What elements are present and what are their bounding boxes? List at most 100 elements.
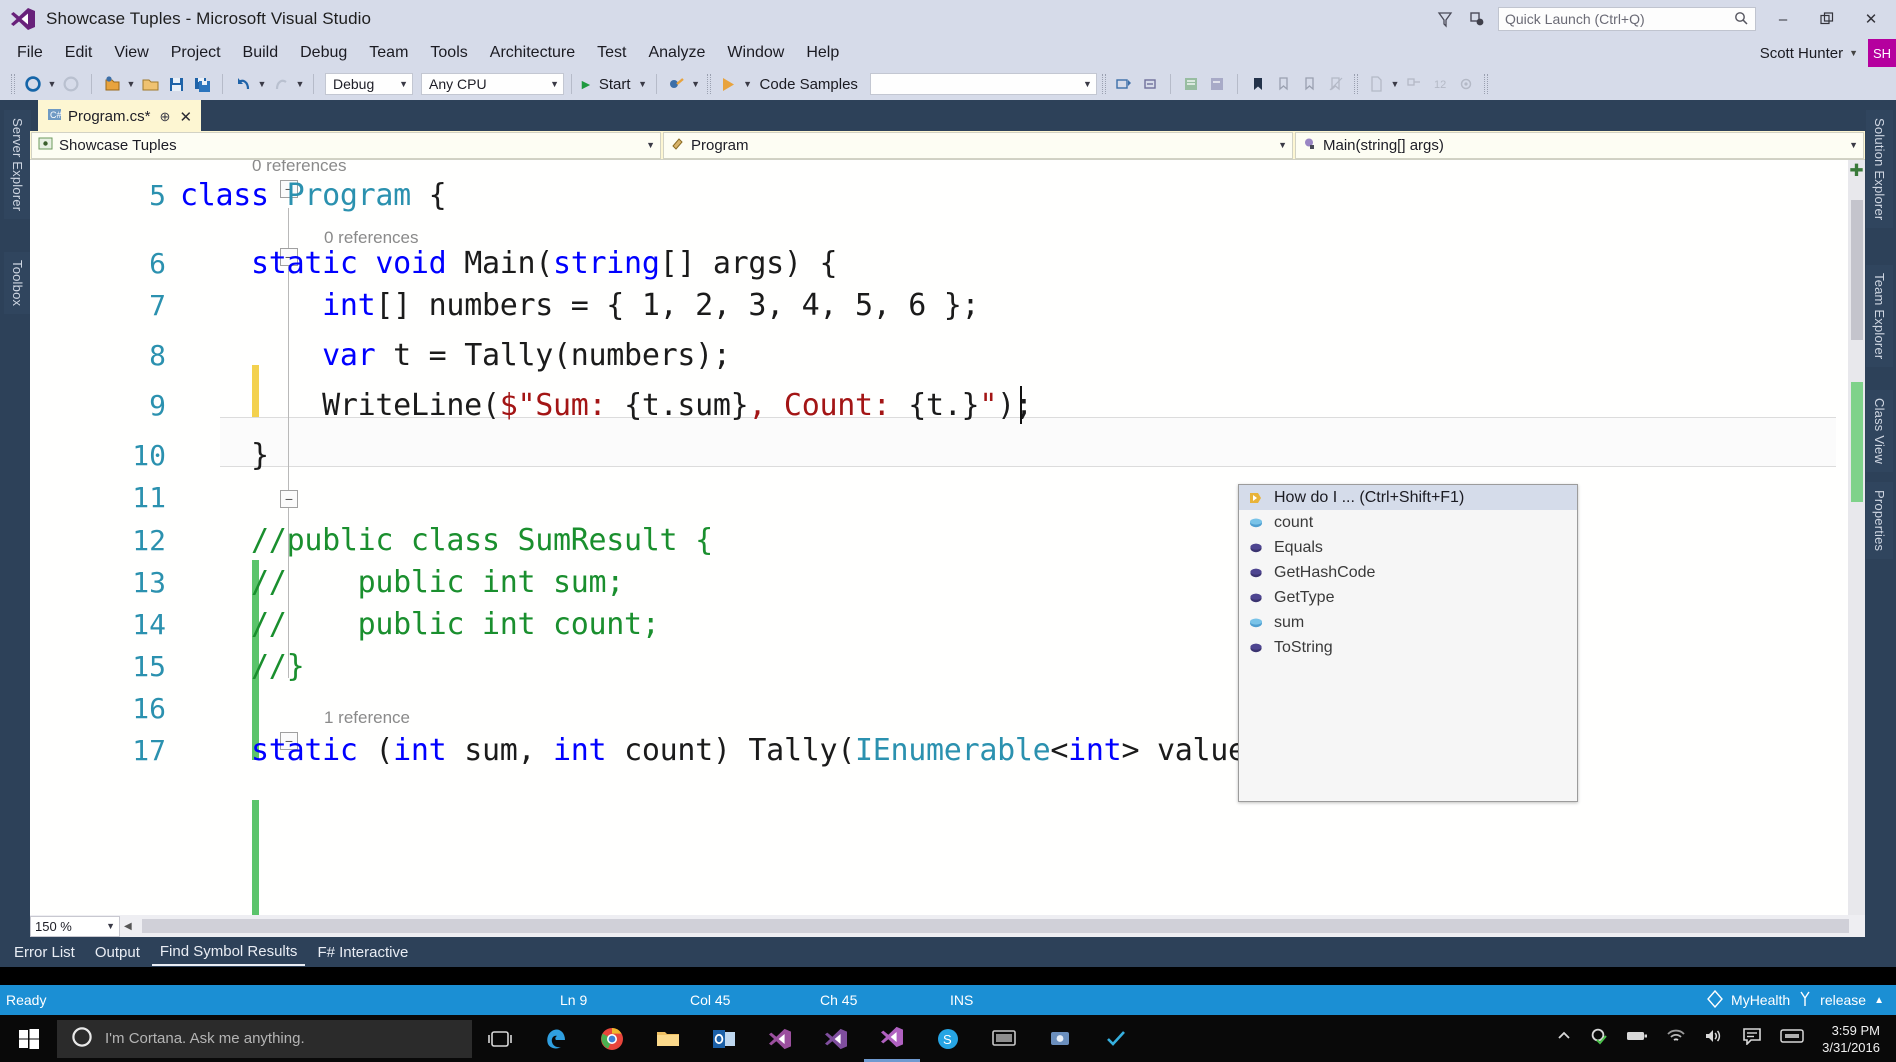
- volume-icon[interactable]: [1704, 1028, 1724, 1049]
- uncomment-selection-icon[interactable]: [1137, 71, 1163, 97]
- collapse-definitions-icon[interactable]: 12: [1427, 71, 1453, 97]
- chevron-down-icon[interactable]: ▼: [1077, 79, 1092, 89]
- solution-configuration-combo[interactable]: Debug ▼: [325, 73, 413, 95]
- intellisense-completion-list[interactable]: How do I ... (Ctrl+Shift+F1) count Equal…: [1238, 484, 1578, 802]
- chevron-down-icon[interactable]: ▼: [646, 140, 655, 150]
- chevron-down-icon[interactable]: ▼: [1849, 48, 1858, 58]
- remote-desktop-icon[interactable]: [976, 1015, 1032, 1062]
- file-explorer-icon[interactable]: [640, 1015, 696, 1062]
- restore-button[interactable]: [1810, 4, 1844, 34]
- menu-item-build[interactable]: Build: [232, 41, 290, 65]
- intellisense-item-sum[interactable]: sum: [1239, 610, 1577, 635]
- checkmark-app-icon[interactable]: [1088, 1015, 1144, 1062]
- start-button-icon[interactable]: [0, 1015, 57, 1062]
- visual-studio-taskbar-icon-2[interactable]: [808, 1015, 864, 1062]
- menu-item-debug[interactable]: Debug: [289, 41, 358, 65]
- new-file-icon[interactable]: [1363, 71, 1389, 97]
- editor-horizontal-scrollbar[interactable]: [141, 919, 1849, 933]
- settings-taskbar-icon[interactable]: [1032, 1015, 1088, 1062]
- panel-tab-fsharp-interactive[interactable]: F# Interactive: [309, 940, 416, 965]
- attach-to-process-icon[interactable]: [664, 71, 690, 97]
- save-icon[interactable]: [163, 71, 189, 97]
- feedback-icon[interactable]: [1434, 8, 1456, 30]
- menu-item-architecture[interactable]: Architecture: [479, 41, 586, 65]
- comment-selection-icon[interactable]: [1111, 71, 1137, 97]
- start-button-label[interactable]: Start: [593, 76, 637, 93]
- chevron-down-icon[interactable]: ▼: [106, 921, 115, 931]
- menu-item-tools[interactable]: Tools: [419, 41, 478, 65]
- toolbar-grip[interactable]: [11, 74, 15, 94]
- status-repository[interactable]: MyHealth: [1731, 992, 1790, 1008]
- chevron-up-icon[interactable]: ▲: [1874, 995, 1884, 1006]
- navbar-member-combo[interactable]: Main(string[] args) ▼: [1295, 131, 1864, 159]
- attach-dropdown-icon[interactable]: ▼: [690, 79, 702, 89]
- microsoft-edge-icon[interactable]: [528, 1015, 584, 1062]
- close-button[interactable]: ✕: [1854, 4, 1888, 34]
- navigate-forward-icon[interactable]: [58, 71, 84, 97]
- code-samples-search-combo[interactable]: ▼: [869, 73, 1097, 95]
- menu-item-project[interactable]: Project: [160, 41, 232, 65]
- rail-tab-toolbox[interactable]: Toolbox: [4, 252, 31, 315]
- cortana-search-box[interactable]: I'm Cortana. Ask me anything.: [57, 1019, 472, 1058]
- code-samples-label[interactable]: Code Samples: [754, 76, 864, 93]
- intellisense-item-gettype[interactable]: GetType: [1239, 585, 1577, 610]
- outlook-icon[interactable]: [696, 1015, 752, 1062]
- redo-dropdown-icon[interactable]: ▼: [294, 79, 306, 89]
- sync-status-icon[interactable]: [1590, 1027, 1608, 1050]
- menu-item-window[interactable]: Window: [716, 41, 795, 65]
- intellisense-item-tostring[interactable]: ToString: [1239, 635, 1577, 660]
- previous-bookmark-icon[interactable]: [1271, 71, 1297, 97]
- rail-tab-team-explorer[interactable]: Team Explorer: [1866, 265, 1893, 368]
- pin-icon[interactable]: ⊕: [160, 109, 171, 125]
- status-source-control-group[interactable]: MyHealth release ▲: [1707, 989, 1896, 1011]
- panel-tab-output[interactable]: Output: [87, 940, 148, 965]
- menu-item-team[interactable]: Team: [358, 41, 419, 65]
- settings-gear-icon[interactable]: [1453, 71, 1479, 97]
- intellisense-item-count[interactable]: count: [1239, 510, 1577, 535]
- panel-tab-find-symbol-results[interactable]: Find Symbol Results: [151, 939, 306, 966]
- rail-tab-class-view[interactable]: Class View: [1866, 390, 1893, 473]
- intellisense-item-gethashcode[interactable]: GetHashCode: [1239, 560, 1577, 585]
- account-group[interactable]: Scott Hunter ▼ SH: [1760, 38, 1896, 68]
- navbar-project-combo[interactable]: Showcase Tuples ▼: [31, 131, 661, 159]
- menu-item-help[interactable]: Help: [795, 41, 850, 65]
- chevron-down-icon[interactable]: ▼: [1849, 140, 1858, 150]
- navigate-backward-icon[interactable]: [20, 71, 46, 97]
- toolbar-grip-2[interactable]: [706, 74, 711, 94]
- status-branch[interactable]: release: [1820, 992, 1866, 1008]
- start-dropdown-icon[interactable]: ▼: [637, 79, 649, 89]
- minimize-button[interactable]: –: [1766, 4, 1800, 34]
- toolbar-grip-4[interactable]: [1353, 74, 1358, 94]
- show-hidden-icons-icon[interactable]: [1556, 1029, 1572, 1048]
- redo-icon[interactable]: [268, 71, 294, 97]
- intellisense-item-equals[interactable]: Equals: [1239, 535, 1577, 560]
- menu-item-test[interactable]: Test: [586, 41, 637, 65]
- save-all-icon[interactable]: [189, 71, 215, 97]
- rail-tab-server-explorer[interactable]: Server Explorer: [4, 110, 31, 220]
- indent-icon[interactable]: [1178, 71, 1204, 97]
- toggle-outlining-icon[interactable]: [1401, 71, 1427, 97]
- new-file-dropdown-icon[interactable]: ▼: [1389, 79, 1401, 89]
- avatar[interactable]: SH: [1868, 39, 1896, 67]
- toolbar-grip-5[interactable]: [1483, 74, 1488, 94]
- code-line-5[interactable]: 5 class Program {: [30, 170, 1850, 220]
- code-samples-dropdown-icon[interactable]: ▼: [742, 79, 754, 89]
- start-debug-icon[interactable]: ►: [579, 76, 593, 92]
- editor-vertical-scrollbar[interactable]: [1848, 160, 1865, 915]
- toolbar-grip-3[interactable]: [1101, 74, 1106, 94]
- navbar-type-combo[interactable]: Program ▼: [663, 131, 1293, 159]
- battery-icon[interactable]: [1626, 1029, 1648, 1048]
- visual-studio-taskbar-icon-active[interactable]: [864, 1015, 920, 1062]
- undo-icon[interactable]: [230, 71, 256, 97]
- new-project-dropdown-icon[interactable]: ▼: [125, 79, 137, 89]
- menu-item-edit[interactable]: Edit: [54, 41, 104, 65]
- outdent-icon[interactable]: [1204, 71, 1230, 97]
- bookmark-icon[interactable]: [1245, 71, 1271, 97]
- zoom-level-combo[interactable]: 150 % ▼: [30, 915, 120, 937]
- chevron-down-icon[interactable]: ▼: [393, 79, 408, 89]
- clear-bookmarks-icon[interactable]: [1323, 71, 1349, 97]
- visual-studio-taskbar-icon-1[interactable]: [752, 1015, 808, 1062]
- skype-icon[interactable]: S: [920, 1015, 976, 1062]
- scroll-up-arrow-icon[interactable]: ✚: [1848, 160, 1865, 182]
- menu-item-file[interactable]: File: [6, 41, 54, 65]
